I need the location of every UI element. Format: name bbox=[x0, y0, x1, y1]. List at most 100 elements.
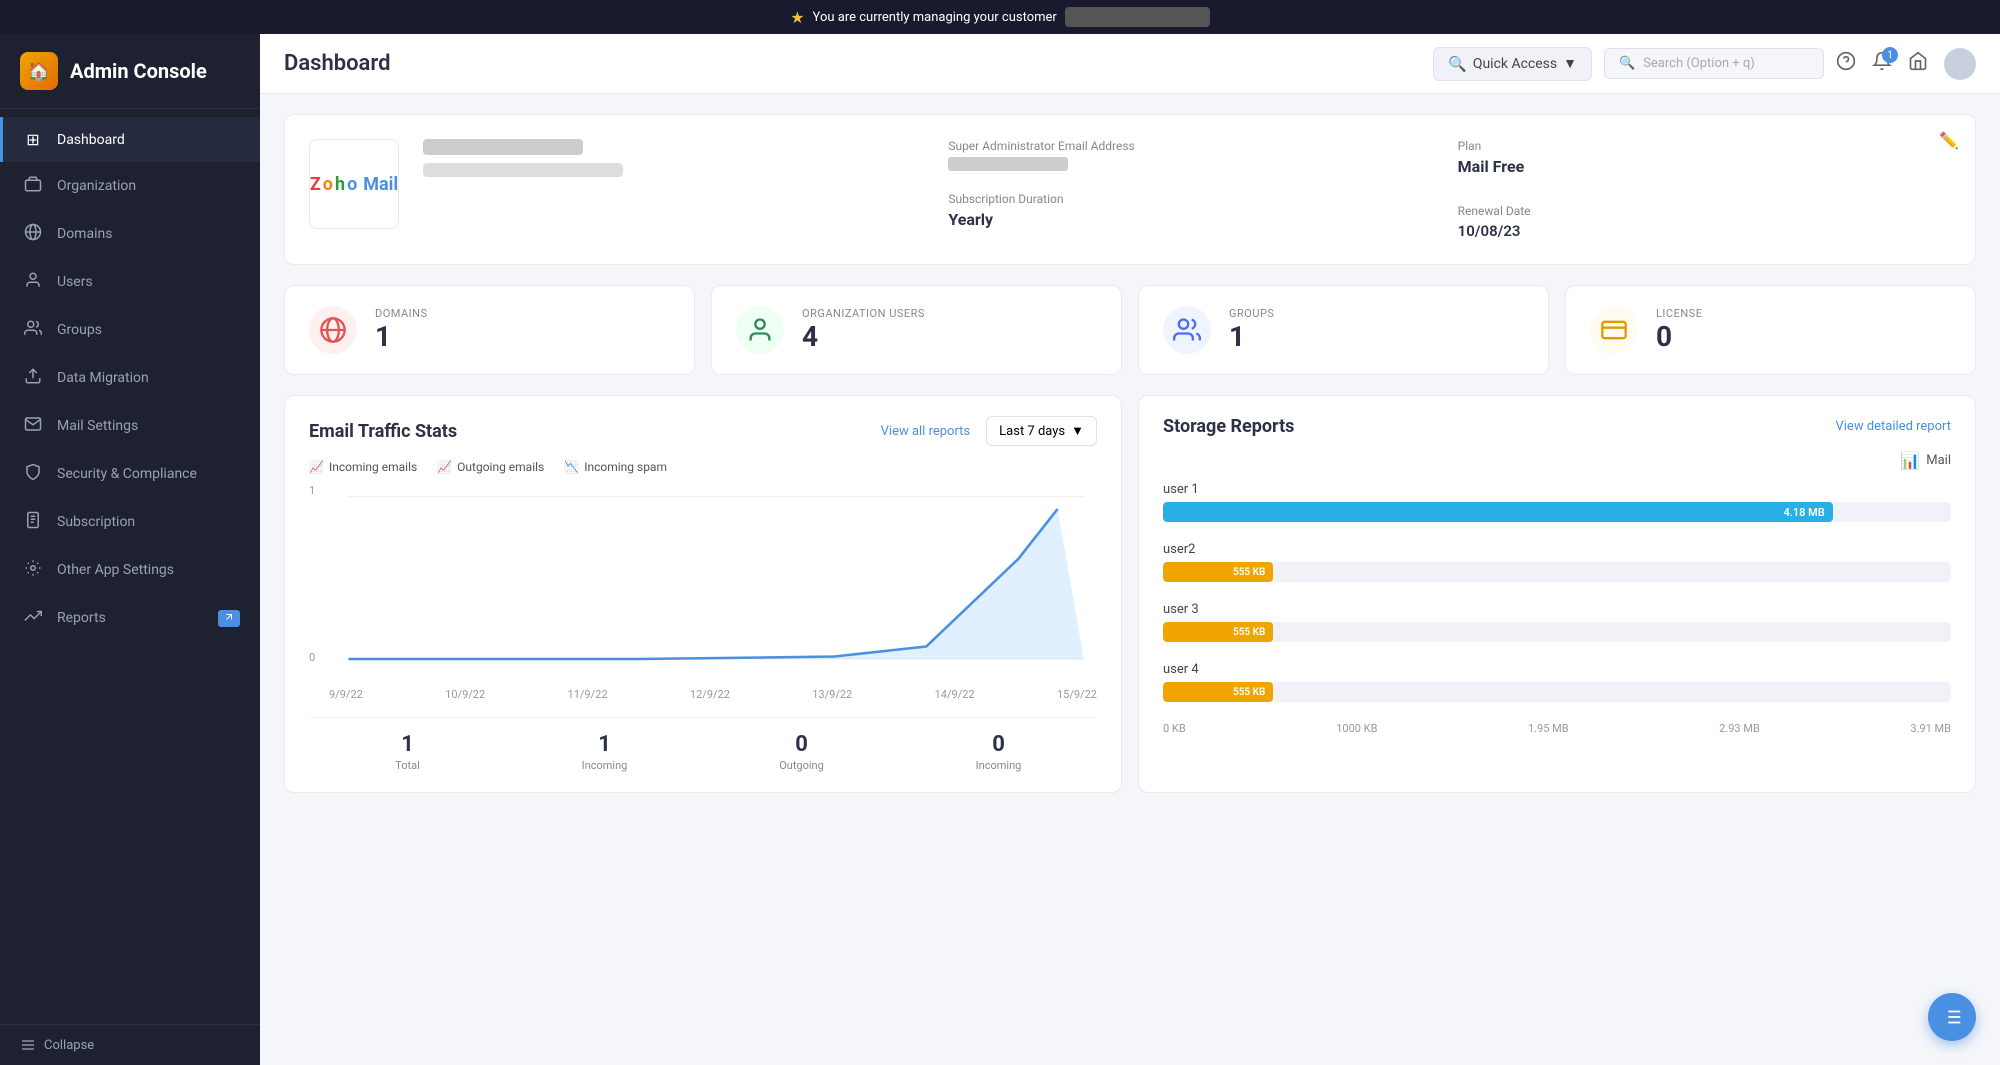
groups-stat-num: 1 bbox=[1229, 320, 1274, 353]
quick-access-label: Quick Access bbox=[1473, 56, 1557, 72]
sidebar-item-label: Groups bbox=[57, 322, 240, 338]
quick-access-button[interactable]: 🔍 Quick Access ▼ bbox=[1433, 47, 1592, 81]
groups-stat-text: GROUPS 1 bbox=[1229, 307, 1274, 353]
stat-card-domains[interactable]: DOMAINS 1 bbox=[284, 285, 695, 375]
org-url-blurred bbox=[423, 163, 623, 177]
org-meta: Super Administrator Email Address Plan M… bbox=[948, 139, 1951, 240]
sidebar-item-label: Subscription bbox=[57, 514, 240, 530]
storage-bar-track-2: 555 KB bbox=[1163, 562, 1951, 582]
sidebar-item-organization[interactable]: Organization bbox=[0, 162, 260, 210]
legend-outgoing-label: Outgoing emails bbox=[457, 460, 544, 474]
sidebar-item-groups[interactable]: Groups bbox=[0, 306, 260, 354]
view-all-reports-link[interactable]: View all reports bbox=[881, 424, 971, 439]
chart-stat-incoming-num: 1 bbox=[506, 732, 703, 757]
sidebar-item-domains[interactable]: Domains bbox=[0, 210, 260, 258]
storage-user3-label: user 3 bbox=[1163, 602, 1951, 617]
sidebar-collapse-button[interactable]: Collapse bbox=[0, 1024, 260, 1065]
period-select-label: Last 7 days bbox=[999, 424, 1065, 439]
storage-bar-icon: 📊 bbox=[1900, 451, 1920, 470]
sidebar-item-data-migration[interactable]: Data Migration bbox=[0, 354, 260, 402]
view-detailed-report-link[interactable]: View detailed report bbox=[1835, 419, 1951, 434]
floating-action-button[interactable] bbox=[1928, 993, 1976, 1041]
chart-x-labels: 9/9/22 10/9/22 11/9/22 12/9/22 13/9/22 1… bbox=[309, 688, 1097, 701]
sidebar-item-label: Users bbox=[57, 274, 240, 290]
sidebar-item-dashboard[interactable]: ⊞ Dashboard bbox=[0, 117, 260, 162]
sidebar-item-security[interactable]: Security & Compliance bbox=[0, 450, 260, 498]
subscription-section: Subscription Duration Yearly bbox=[948, 192, 1441, 240]
storage-bar-fill-1: 4.18 MB bbox=[1163, 502, 1833, 522]
storage-user1-label: user 1 bbox=[1163, 482, 1951, 497]
search-box[interactable]: 🔍 Search (Option + q) bbox=[1604, 48, 1824, 79]
storage-mail-label: Mail bbox=[1926, 453, 1951, 468]
bottom-row: Email Traffic Stats View all reports Las… bbox=[284, 395, 1976, 793]
org-users-stat-num: 4 bbox=[802, 320, 925, 353]
org-logo: Zoho Mail bbox=[309, 139, 399, 229]
storage-legend: 📊 Mail bbox=[1163, 451, 1951, 470]
legend-incoming-icon: 📈 bbox=[309, 460, 324, 474]
org-users-stat-icon bbox=[736, 306, 784, 354]
organization-icon bbox=[23, 175, 43, 197]
groups-stat-icon bbox=[1163, 306, 1211, 354]
period-select[interactable]: Last 7 days ▼ bbox=[986, 416, 1097, 446]
chart-stat-incoming-spam-label: Incoming bbox=[900, 759, 1097, 772]
sidebar-item-mail-settings[interactable]: Mail Settings bbox=[0, 402, 260, 450]
sidebar-nav: ⊞ Dashboard Organization Domains bbox=[0, 109, 260, 1024]
sidebar-item-label: Security & Compliance bbox=[57, 466, 240, 482]
zoho-mail-word: Mail bbox=[363, 174, 398, 195]
super-admin-label: Super Administrator Email Address bbox=[948, 139, 1441, 153]
storage-user-row-4: user 4 555 KB bbox=[1163, 662, 1951, 702]
user-avatar[interactable] bbox=[1944, 48, 1976, 80]
data-migration-icon bbox=[23, 367, 43, 389]
subscription-icon bbox=[23, 511, 43, 533]
sidebar-logo: 🏠 Admin Console bbox=[0, 34, 260, 109]
sidebar-item-label: Domains bbox=[57, 226, 240, 242]
notifications-button[interactable]: 1 bbox=[1872, 51, 1892, 76]
mail-settings-icon bbox=[23, 415, 43, 437]
subscription-label: Subscription Duration bbox=[948, 192, 1441, 206]
home-button[interactable] bbox=[1908, 51, 1928, 76]
search-icon: 🔍 bbox=[1448, 55, 1467, 73]
sidebar-item-label: Mail Settings bbox=[57, 418, 240, 434]
legend-item-outgoing: 📈 Outgoing emails bbox=[437, 460, 544, 474]
plan-name: Mail Free bbox=[1458, 157, 1951, 176]
stat-card-license[interactable]: LICENSE 0 bbox=[1565, 285, 1976, 375]
sidebar: 🏠 Admin Console ⊞ Dashboard Organization bbox=[0, 34, 260, 1065]
legend-outgoing-icon: 📈 bbox=[437, 460, 452, 474]
stats-row: DOMAINS 1 ORGANIZATION USERS 4 bbox=[284, 285, 1976, 375]
users-icon bbox=[23, 271, 43, 293]
legend-incoming-label: Incoming emails bbox=[329, 460, 417, 474]
chart-stat-outgoing-label: Outgoing bbox=[703, 759, 900, 772]
org-users-stat-text: ORGANIZATION USERS 4 bbox=[802, 307, 925, 353]
chevron-down-icon: ▼ bbox=[1071, 423, 1084, 439]
chart-stat-incoming-label: Incoming bbox=[506, 759, 703, 772]
stat-card-groups[interactable]: GROUPS 1 bbox=[1138, 285, 1549, 375]
super-admin-section: Super Administrator Email Address bbox=[948, 139, 1441, 176]
plan-label: Plan bbox=[1458, 139, 1951, 153]
sidebar-item-users[interactable]: Users bbox=[0, 258, 260, 306]
license-stat-text: LICENSE 0 bbox=[1656, 307, 1702, 353]
star-icon: ★ bbox=[790, 8, 804, 27]
chart-stat-outgoing-num: 0 bbox=[703, 732, 900, 757]
reports-icon bbox=[23, 607, 43, 629]
header-icons: 1 bbox=[1836, 48, 1976, 80]
sidebar-item-other-app-settings[interactable]: Other App Settings bbox=[0, 546, 260, 594]
storage-user2-label: user2 bbox=[1163, 542, 1951, 557]
stat-card-org-users[interactable]: ORGANIZATION USERS 4 bbox=[711, 285, 1122, 375]
org-card: Zoho Mail Super Administrator Email Addr… bbox=[284, 114, 1976, 265]
sidebar-logo-text: Admin Console bbox=[70, 59, 207, 83]
storage-user-row-1: user 1 4.18 MB bbox=[1163, 482, 1951, 522]
chart-stat-incoming-spam: 0 Incoming bbox=[900, 732, 1097, 772]
sidebar-item-reports[interactable]: Reports bbox=[0, 594, 260, 642]
storage-bar-track-4: 555 KB bbox=[1163, 682, 1951, 702]
plan-section: Plan Mail Free bbox=[1458, 139, 1951, 176]
sidebar-item-subscription[interactable]: Subscription bbox=[0, 498, 260, 546]
edit-button[interactable]: ✏️ bbox=[1939, 131, 1959, 150]
license-stat-num: 0 bbox=[1656, 320, 1702, 353]
storage-user-row-3: user 3 555 KB bbox=[1163, 602, 1951, 642]
sidebar-item-label: Reports bbox=[57, 610, 204, 626]
domains-icon bbox=[23, 223, 43, 245]
help-button[interactable] bbox=[1836, 51, 1856, 76]
domains-stat-num: 1 bbox=[375, 320, 428, 353]
page-title: Dashboard bbox=[284, 51, 1421, 76]
subscription-value: Yearly bbox=[948, 210, 1441, 229]
